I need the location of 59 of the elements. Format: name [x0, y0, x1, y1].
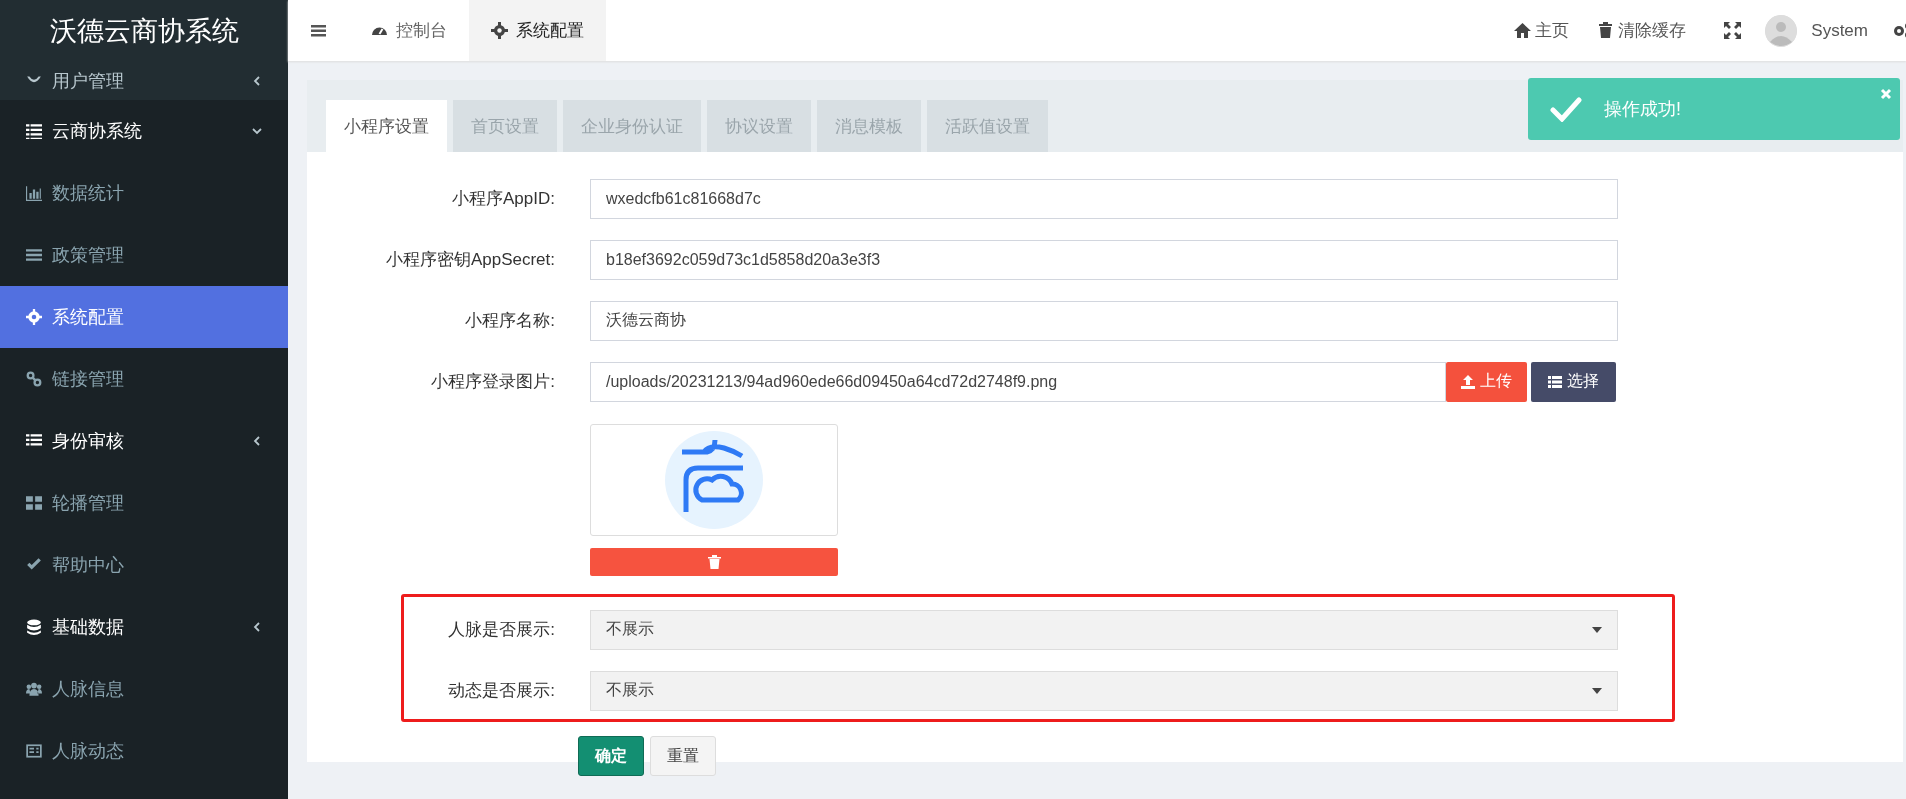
menu-item-icon	[26, 371, 42, 387]
fullscreen-icon[interactable]	[1724, 22, 1742, 39]
field-label: 小程序密钥AppSecret:	[384, 249, 556, 271]
reset-button[interactable]: 重置	[650, 736, 716, 776]
menu-item-icon	[26, 743, 42, 759]
text-field[interactable]: /uploads/20231213/94ad960ede66d09450a64cd72d2748f9.png	[590, 361, 1446, 402]
check-icon	[1550, 96, 1582, 122]
confirm-button[interactable]: 确定	[578, 736, 644, 776]
home-icon	[1514, 22, 1532, 39]
sidebar-item[interactable]: 政策管理	[0, 224, 288, 286]
sidebar-item[interactable]: 帮助中心	[0, 534, 288, 596]
menu-item-icon	[26, 309, 42, 325]
header-link[interactable]: 主页	[1500, 0, 1584, 61]
nav-tab[interactable]: 系统配置	[469, 0, 606, 61]
text-field[interactable]: b18ef3692c059d73c1d5858d20a3e3f3	[590, 239, 1618, 280]
header-link[interactable]: 清除缓存	[1583, 0, 1701, 61]
sidebar-item[interactable]: 身份审核	[0, 410, 288, 472]
field-label: 小程序AppID:	[451, 188, 556, 210]
field-label: 动态是否展示:	[447, 680, 556, 702]
sidebar-item[interactable]: 用户管理	[0, 62, 288, 100]
menu-item-icon	[26, 681, 42, 697]
trash-icon	[707, 555, 721, 569]
caret-icon	[1592, 626, 1602, 633]
choose-button[interactable]: 选择	[1531, 361, 1616, 402]
upload-icon	[1461, 374, 1475, 389]
select-field[interactable]: 不展示	[590, 670, 1618, 711]
field-label: 人脉是否展示:	[447, 619, 556, 641]
menu-item-icon	[26, 433, 42, 449]
sidebar-item[interactable]: 基础数据	[0, 596, 288, 658]
field-label: 小程序登录图片:	[430, 371, 556, 393]
menu-item-icon	[26, 185, 42, 201]
list-icon	[1548, 374, 1562, 389]
user-name[interactable]: System	[1797, 20, 1892, 41]
sidebar-item[interactable]: 数据统计	[0, 162, 288, 224]
field-label: 小程序名称:	[464, 310, 556, 332]
sidebar-item[interactable]: 云商协系统	[0, 100, 288, 162]
caret-icon	[1592, 687, 1602, 694]
chevron-down-icon	[252, 126, 262, 136]
chevron-left-icon	[252, 76, 262, 86]
sidebar-item[interactable]: 系统配置	[0, 286, 288, 348]
sidebar-item[interactable]: 链接管理	[0, 348, 288, 410]
app-title: 沃德云商协系统	[0, 0, 288, 62]
settings-tab[interactable]: 小程序设置	[326, 100, 447, 152]
trash-icon	[1597, 22, 1615, 39]
menu-item-icon	[26, 123, 42, 139]
sidebar-item[interactable]: 人脉信息	[0, 658, 288, 720]
select-field[interactable]: 不展示	[590, 609, 1618, 650]
gears-icon[interactable]	[1892, 22, 1906, 39]
text-field[interactable]: wxedcfb61c81668d7c	[590, 178, 1618, 219]
nav-tab[interactable]: 控制台	[349, 0, 469, 61]
menu-item-icon	[26, 619, 42, 635]
sidebar-item[interactable]: 人脉动态	[0, 720, 288, 782]
toast-message: 操作成功!	[1604, 98, 1681, 121]
menu-item-icon	[26, 247, 42, 263]
sidebar-item[interactable]: 轮播管理	[0, 472, 288, 534]
text-field[interactable]: 沃德云商协	[590, 300, 1618, 341]
menu-item-icon	[26, 495, 42, 511]
chevron-left-icon	[252, 622, 262, 632]
chevron-left-icon	[252, 436, 262, 446]
